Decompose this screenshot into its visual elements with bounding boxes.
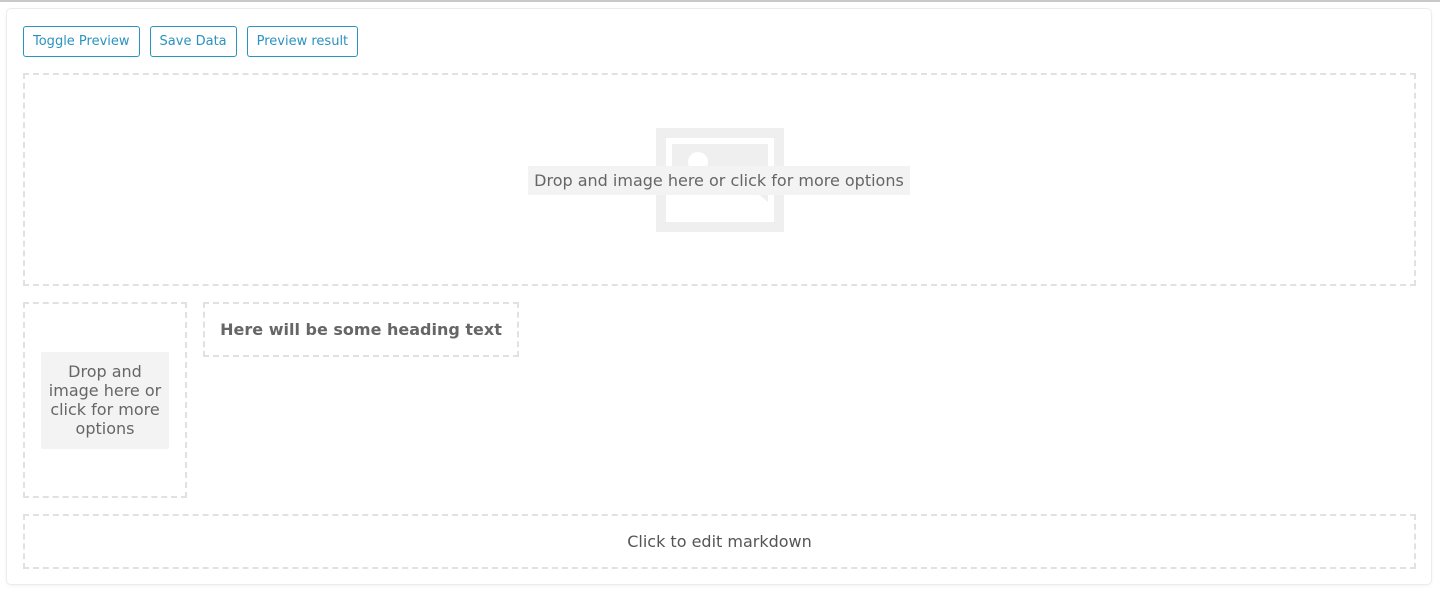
- editor-panel: Toggle Preview Save Data Preview result …: [7, 9, 1431, 584]
- hero-image-caption: Drop and image here or click for more op…: [528, 166, 910, 195]
- toggle-preview-button[interactable]: Toggle Preview: [23, 26, 140, 57]
- save-data-button[interactable]: Save Data: [149, 26, 237, 57]
- toolbar: Toggle Preview Save Data Preview result: [23, 26, 359, 57]
- markdown-placeholder: Click to edit markdown: [627, 532, 812, 551]
- preview-result-button[interactable]: Preview result: [246, 26, 359, 57]
- heading-text: Here will be some heading text: [220, 320, 502, 339]
- small-image-dropzone[interactable]: Drop and image here or click for more op…: [23, 302, 187, 498]
- top-divider: [0, 0, 1440, 2]
- heading-block[interactable]: Here will be some heading text: [203, 302, 519, 357]
- hero-image-dropzone[interactable]: Drop and image here or click for more op…: [23, 73, 1416, 286]
- markdown-block[interactable]: Click to edit markdown: [23, 514, 1416, 569]
- small-image-caption: Drop and image here or click for more op…: [48, 362, 162, 438]
